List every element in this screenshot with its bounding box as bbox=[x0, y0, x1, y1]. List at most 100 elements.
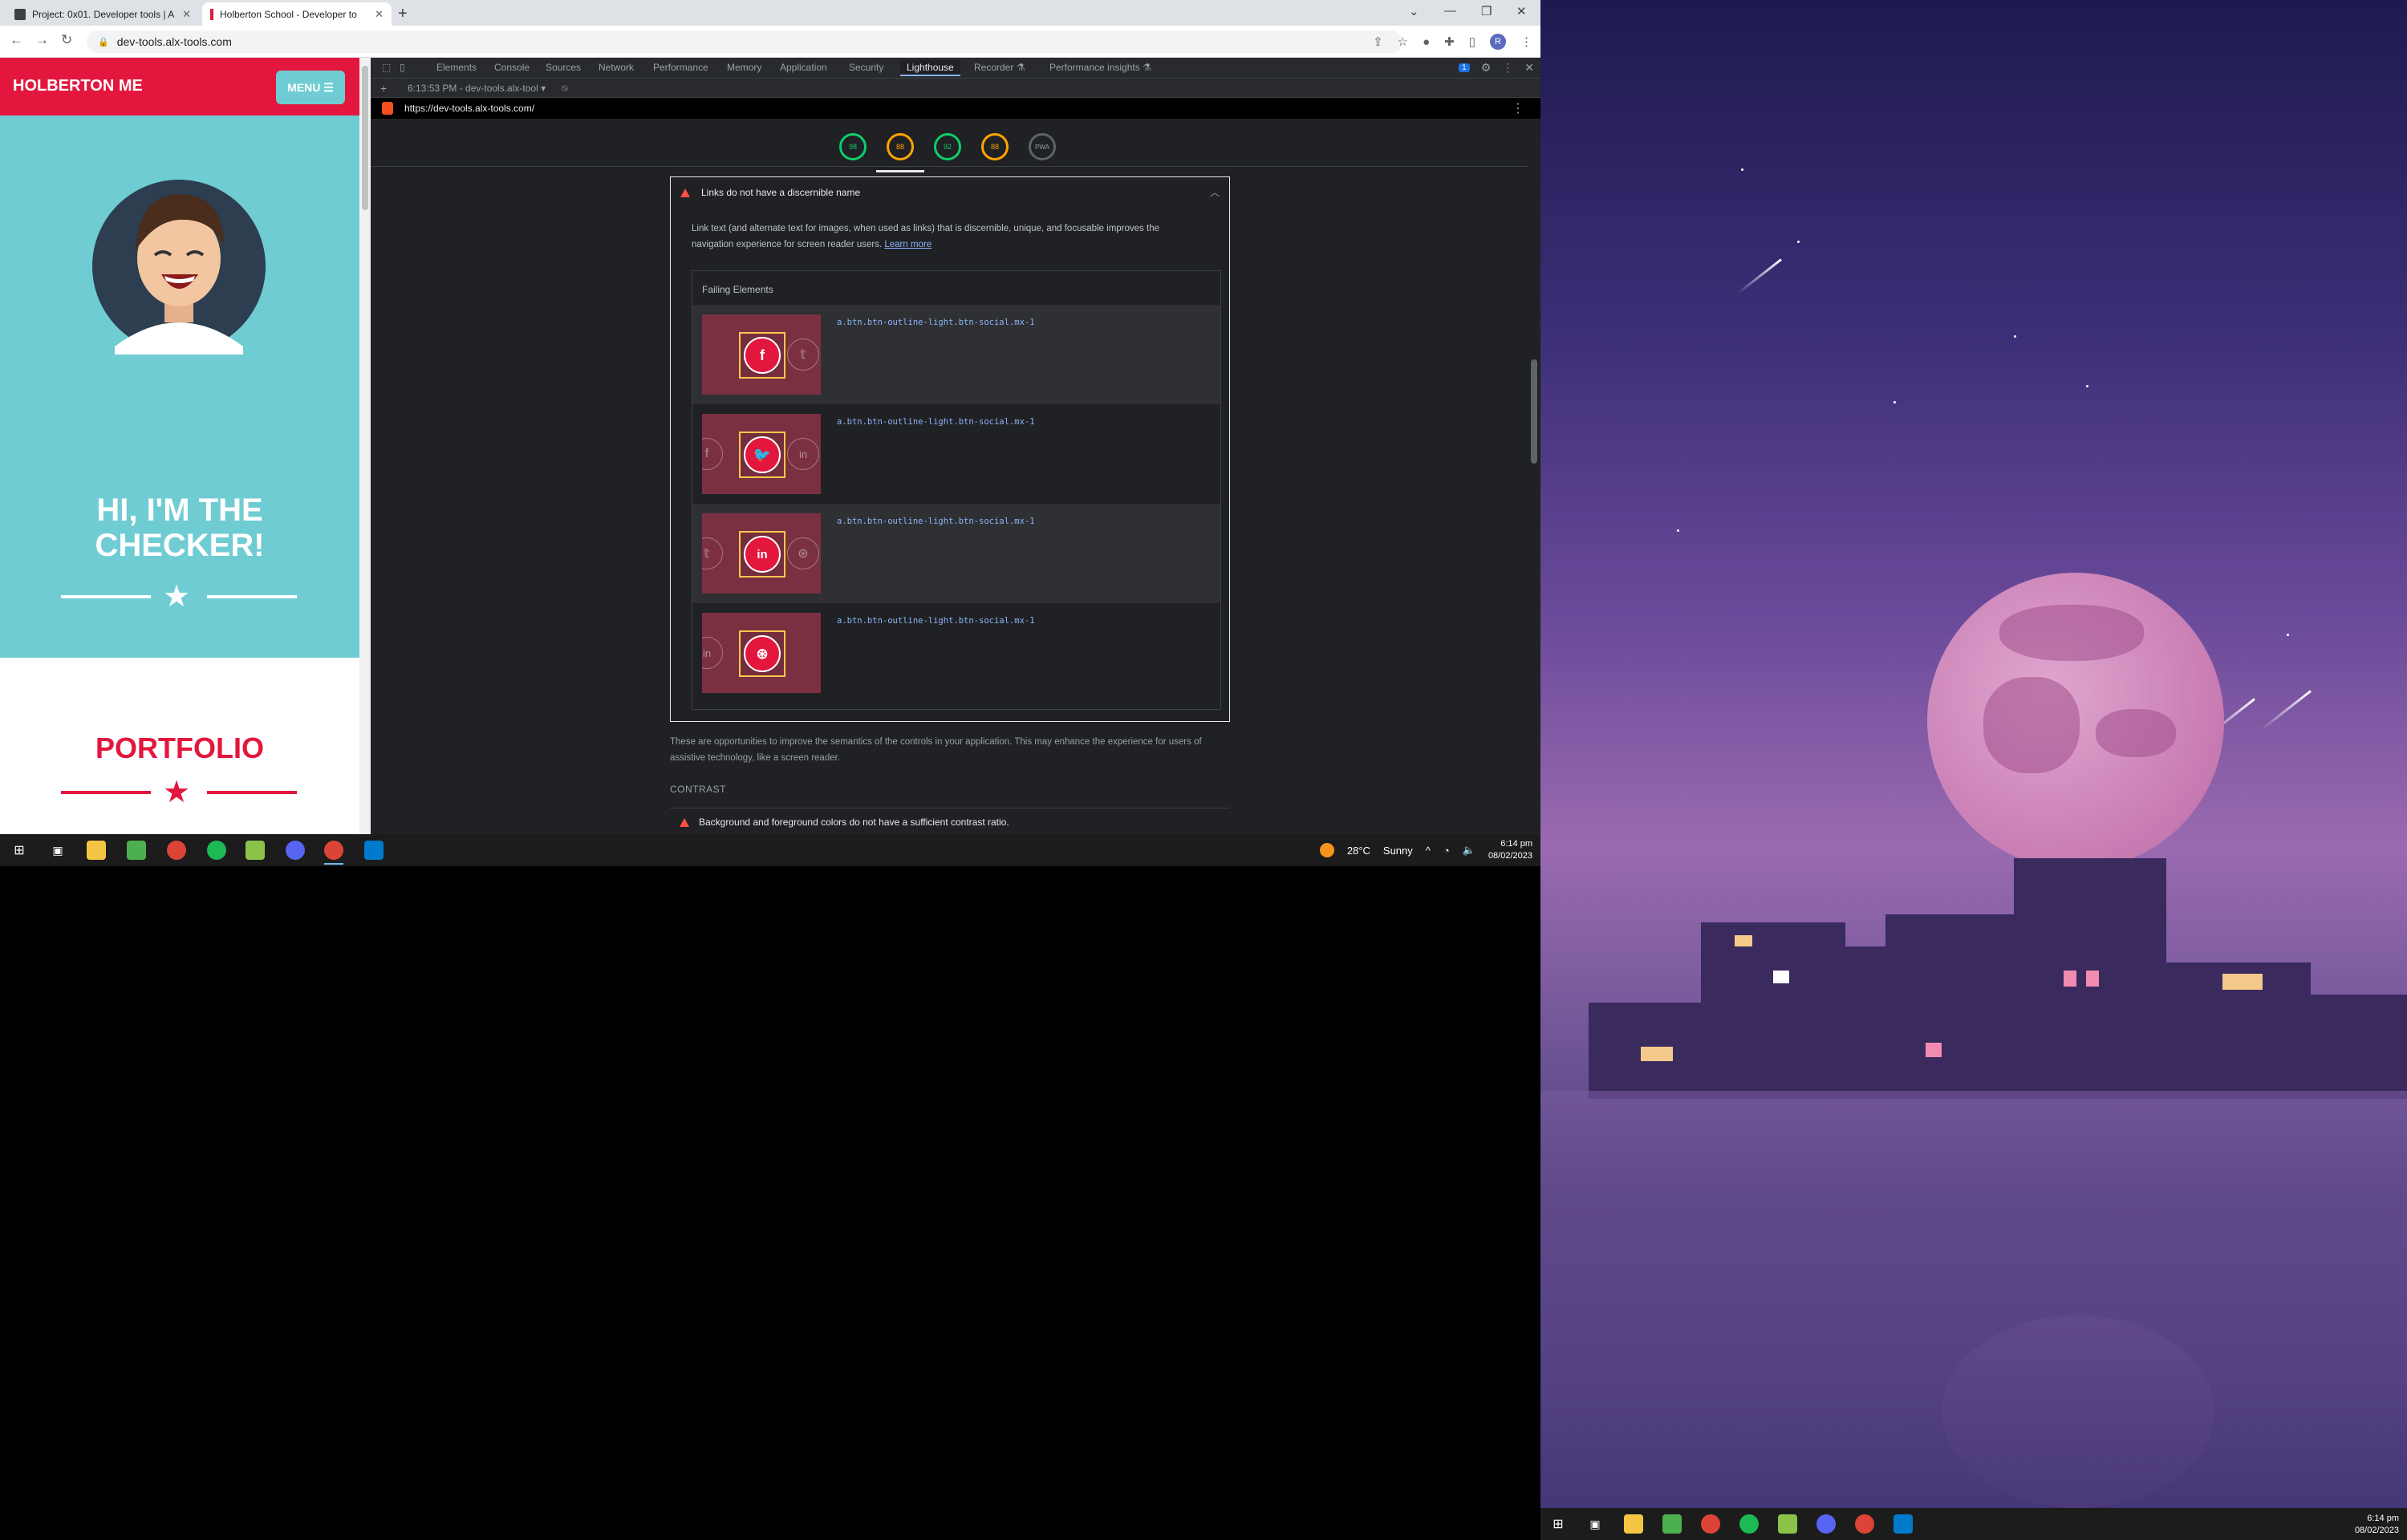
report-url[interactable]: https://dev-tools.alx-tools.com/ bbox=[404, 103, 534, 114]
chevron-up-icon[interactable]: ︿ bbox=[1210, 185, 1220, 199]
bookmark-star-icon[interactable]: ☆ bbox=[1398, 34, 1408, 49]
bluestacks-icon[interactable] bbox=[246, 841, 265, 860]
audit-contrast-row[interactable]: Background and foreground colors do not … bbox=[670, 808, 1230, 832]
settings-gear-icon[interactable]: ⚙ bbox=[1481, 61, 1492, 75]
chrome-active-icon[interactable] bbox=[1855, 1514, 1874, 1534]
back-icon[interactable]: ← bbox=[10, 32, 23, 48]
site-logo[interactable]: HOLBERTON ME bbox=[13, 77, 143, 95]
forward-icon[interactable]: → bbox=[35, 32, 49, 48]
discord-icon[interactable] bbox=[286, 841, 305, 860]
learn-more-link[interactable]: Learn more bbox=[884, 240, 932, 249]
menu-button[interactable]: MENU ☰ bbox=[276, 71, 345, 104]
mic-icon[interactable]: ● bbox=[1423, 35, 1430, 49]
report-menu-icon[interactable]: ⋮ bbox=[1512, 100, 1524, 116]
close-devtools-icon[interactable]: ✕ bbox=[1524, 61, 1534, 75]
weather-text[interactable]: Sunny bbox=[1383, 845, 1413, 857]
tab-search-icon[interactable]: ⌄ bbox=[1409, 4, 1419, 18]
page-scrollbar[interactable] bbox=[359, 58, 371, 834]
spotify-icon[interactable] bbox=[207, 841, 226, 860]
score-gauge-seo[interactable]: 88 bbox=[981, 133, 1009, 160]
active-app-indicator bbox=[324, 863, 343, 865]
tab-application[interactable]: Application bbox=[780, 62, 827, 73]
tab-console[interactable]: Console bbox=[494, 62, 530, 73]
windows-start-icon[interactable]: ⊞ bbox=[10, 841, 29, 860]
element-selector[interactable]: a.btn.btn-outline-light.btn-social.mx-1 bbox=[837, 417, 1035, 427]
tab-network[interactable]: Network bbox=[599, 62, 634, 73]
chrome-menu-icon[interactable]: ⋮ bbox=[1520, 34, 1532, 49]
clock[interactable]: 6:14 pm 08/02/2023 bbox=[2355, 1513, 2399, 1537]
inspect-icon[interactable]: ⬚ bbox=[382, 62, 391, 73]
extensions-icon[interactable]: ✚ bbox=[1444, 34, 1455, 49]
failing-element-row[interactable]: f in 🐦 a.btn.btn-outline-light.btn-socia… bbox=[692, 404, 1220, 504]
address-bar[interactable]: 🔒 dev-tools.alx-tools.com bbox=[87, 30, 1402, 53]
minimize-button[interactable]: — bbox=[1444, 4, 1456, 18]
chrome-icon[interactable] bbox=[1701, 1514, 1720, 1534]
tab-performance[interactable]: Performance bbox=[653, 62, 708, 73]
profile-avatar[interactable]: R bbox=[1490, 34, 1506, 50]
task-view-icon[interactable]: ▣ bbox=[48, 841, 67, 860]
fail-triangle-icon bbox=[680, 818, 689, 827]
tab-recorder[interactable]: Recorder ⚗ bbox=[974, 62, 1025, 73]
tab-sources[interactable]: Sources bbox=[546, 62, 581, 73]
tab-performance-insights[interactable]: Performance insights ⚗ bbox=[1049, 62, 1151, 73]
devtools-menu-icon[interactable]: ⋮ bbox=[1502, 61, 1513, 75]
score-gauge-accessibility[interactable]: 88 bbox=[887, 133, 914, 160]
spotify-icon[interactable] bbox=[1739, 1514, 1759, 1534]
volume-icon[interactable]: 🔈 bbox=[1463, 844, 1475, 857]
score-gauge-performance[interactable]: 98 bbox=[839, 133, 867, 160]
file-explorer-icon[interactable] bbox=[87, 841, 106, 860]
side-panel-icon[interactable]: ▯ bbox=[1469, 34, 1475, 49]
share-icon[interactable]: ⇪ bbox=[1373, 34, 1383, 49]
close-tab-icon[interactable]: ✕ bbox=[182, 8, 191, 21]
clear-reports-icon[interactable]: ⦸ bbox=[562, 82, 568, 94]
chrome-icon[interactable] bbox=[167, 841, 186, 860]
element-selector[interactable]: a.btn.btn-outline-light.btn-social.mx-1 bbox=[837, 517, 1035, 526]
audit-title[interactable]: Links do not have a discernible name bbox=[701, 187, 860, 198]
network-icon[interactable]: ◔ bbox=[1443, 845, 1450, 857]
failing-element-row[interactable]: 𝕥 ⊛ in a.btn.btn-outline-light.btn-socia… bbox=[692, 504, 1220, 603]
facebook-icon: f bbox=[744, 337, 781, 374]
vscode-icon[interactable] bbox=[364, 841, 384, 860]
score-gauge-best-practices[interactable]: 92 bbox=[934, 133, 961, 160]
scrollbar-thumb[interactable] bbox=[362, 66, 368, 210]
clock[interactable]: 6:14 pm 08/02/2023 bbox=[1488, 838, 1532, 862]
discord-icon[interactable] bbox=[1816, 1514, 1836, 1534]
new-tab-button[interactable]: + bbox=[398, 5, 408, 23]
file-explorer-icon[interactable] bbox=[1624, 1514, 1643, 1534]
chrome-active-icon[interactable] bbox=[324, 841, 343, 860]
report-scrollbar[interactable] bbox=[1528, 119, 1540, 834]
windows-start-icon[interactable]: ⊞ bbox=[1549, 1514, 1568, 1534]
failing-element-row[interactable]: in ⊛ a.btn.btn-outline-light.btn-social.… bbox=[692, 603, 1220, 703]
vscode-icon[interactable] bbox=[1894, 1514, 1913, 1534]
new-report-icon[interactable]: + bbox=[380, 82, 387, 95]
browser-tab-project[interactable]: Project: 0x01. Developer tools | A ✕ bbox=[6, 2, 199, 26]
failing-element-row[interactable]: 𝕥 f a.btn.btn-outline-light.btn-social.m… bbox=[692, 305, 1220, 404]
tab-memory[interactable]: Memory bbox=[727, 62, 761, 73]
portfolio-divider: ★ bbox=[61, 776, 297, 808]
weather-sun-icon bbox=[1319, 843, 1334, 857]
bluestacks-icon[interactable] bbox=[1778, 1514, 1797, 1534]
tray-chevron-icon[interactable]: ^ bbox=[1426, 845, 1431, 857]
issues-badge[interactable]: 1 bbox=[1459, 63, 1470, 72]
report-selector[interactable]: 6:13:53 PM - dev-tools.alx-tool ▾ bbox=[408, 83, 546, 94]
score-gauge-pwa[interactable]: PWA bbox=[1029, 133, 1056, 160]
tab-elements[interactable]: Elements bbox=[436, 62, 477, 73]
browser-toolbar: ← → ↻ 🔒 dev-tools.alx-tools.com ⇪ ☆ ● ✚ … bbox=[0, 26, 1540, 58]
scrollbar-thumb[interactable] bbox=[1531, 359, 1537, 464]
close-window-button[interactable]: ✕ bbox=[1516, 4, 1527, 18]
tab-security[interactable]: Security bbox=[849, 62, 883, 73]
minecraft-icon[interactable] bbox=[1662, 1514, 1682, 1534]
star-decoration bbox=[1677, 529, 1679, 532]
minecraft-icon[interactable] bbox=[127, 841, 146, 860]
device-toggle-icon[interactable]: ▯ bbox=[400, 62, 405, 73]
browser-tab-holberton[interactable]: Holberton School - Developer to ✕ bbox=[202, 2, 392, 26]
element-selector[interactable]: a.btn.btn-outline-light.btn-social.mx-1 bbox=[837, 616, 1035, 626]
task-view-icon[interactable]: ▣ bbox=[1585, 1514, 1605, 1534]
reload-icon[interactable]: ↻ bbox=[61, 32, 72, 48]
weather-temp[interactable]: 28°C bbox=[1347, 845, 1370, 857]
tab-lighthouse[interactable]: Lighthouse bbox=[900, 60, 960, 76]
tab-strip: Project: 0x01. Developer tools | A ✕ Hol… bbox=[0, 0, 1540, 26]
restore-button[interactable]: ❐ bbox=[1481, 4, 1492, 18]
element-selector[interactable]: a.btn.btn-outline-light.btn-social.mx-1 bbox=[837, 318, 1035, 327]
close-tab-icon[interactable]: ✕ bbox=[375, 8, 384, 21]
